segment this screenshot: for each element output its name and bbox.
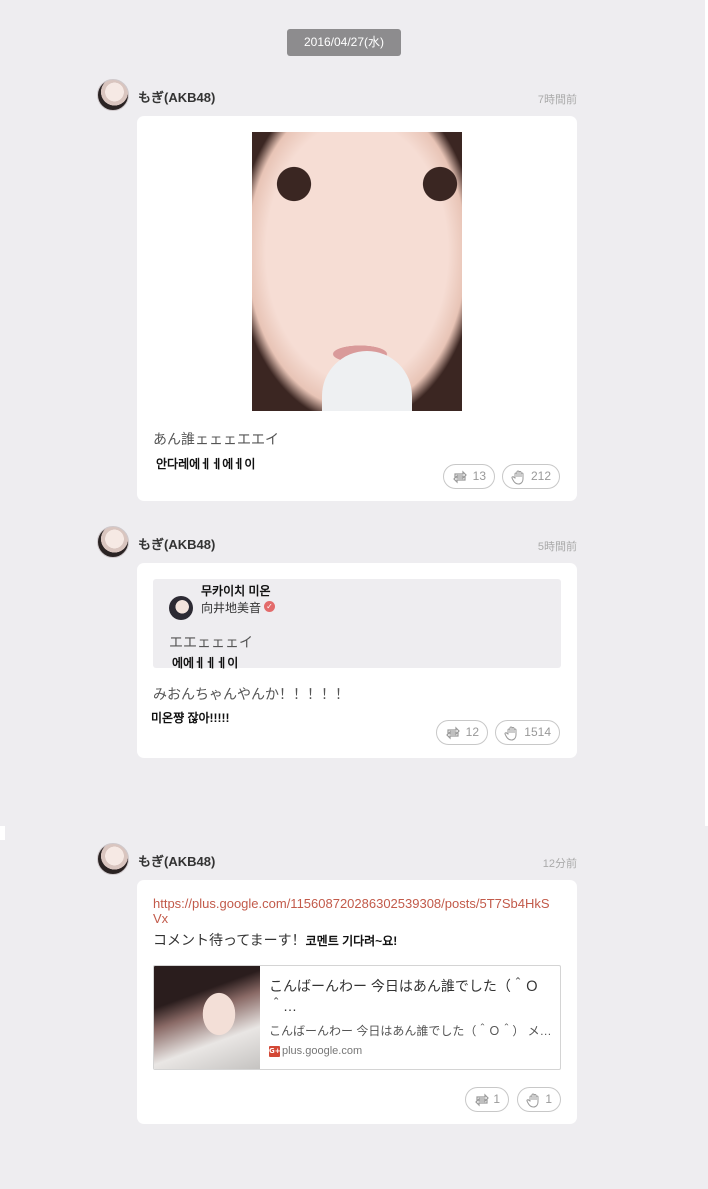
preview-image: [154, 966, 260, 1069]
quoted-name-ko: 무카이치 미온: [201, 584, 271, 598]
like-count: 1: [545, 1092, 552, 1106]
repost-count: 13: [472, 469, 486, 483]
quoted-text-jp: エエェェェイ: [169, 634, 253, 650]
author-name[interactable]: もぎ(AKB48): [138, 87, 215, 106]
avatar[interactable]: [97, 79, 129, 111]
hand-clap-icon: [526, 1093, 539, 1108]
repost-count: 12: [465, 725, 479, 739]
hand-clap-icon: [511, 470, 524, 485]
post-link[interactable]: https://plus.google.com/1156087202863025…: [153, 896, 557, 926]
post-text-jp: あん誰ェェェエエイ: [153, 431, 279, 447]
repost-button[interactable]: 12: [436, 720, 488, 745]
like-count: 1514: [524, 725, 551, 739]
avatar[interactable]: [97, 526, 129, 558]
like-button[interactable]: 212: [502, 464, 560, 489]
post-text-ko: 안다레에ㅔㅔ에ㅔ이: [156, 457, 256, 471]
quoted-text-ko: 에에ㅔㅔㅔ이: [172, 656, 239, 670]
author-name[interactable]: もぎ(AKB48): [138, 534, 215, 553]
hand-clap-icon: [504, 726, 517, 741]
repost-icon: [475, 1093, 489, 1107]
divider: [0, 826, 5, 840]
google-plus-icon: G+: [269, 1046, 281, 1057]
post-header: もぎ(AKB48) 7時間前: [97, 79, 577, 113]
repost-icon: [453, 470, 467, 484]
preview-domain: plus.google.com: [282, 1045, 363, 1057]
post-card: 무카이치 미온 向井地美音 ✓ エエェェェイ 에에ㅔㅔㅔ이 みおんちゃんやんか！…: [137, 563, 577, 758]
repost-count: 1: [493, 1092, 500, 1106]
post-text-ko: 코멘트 기다려~요!: [305, 934, 398, 948]
like-button[interactable]: 1514: [495, 720, 560, 745]
post-time: 7時間前: [537, 94, 577, 106]
post-time: 5時間前: [537, 541, 577, 553]
quoted-avatar[interactable]: [169, 596, 193, 620]
quoted-post[interactable]: 무카이치 미온 向井地美音 ✓ エエェェェイ 에에ㅔㅔㅔ이: [153, 579, 561, 670]
post-text-ko: 미온쨩 잖아!!!!!: [151, 711, 230, 725]
post-card: https://plus.google.com/1156087202863025…: [137, 880, 577, 1124]
date-badge: 2016/04/27(水): [287, 29, 401, 56]
post-photo[interactable]: [252, 132, 462, 411]
post-card: あん誰ェェェエエイ 안다레에ㅔㅔ에ㅔ이 13 212: [137, 116, 577, 501]
avatar[interactable]: [97, 843, 129, 875]
preview-description: こんばーんわー 今日はあん誰でした（＾Ｏ＾） メ…: [269, 1024, 552, 1038]
link-preview-card[interactable]: こんばーんわー 今日はあん誰でした（＾Ｏ＾… こんばーんわー 今日はあん誰でした…: [153, 965, 561, 1070]
post-header: もぎ(AKB48) 12分前: [97, 843, 577, 877]
post-text: コメント待ってまーす！코멘트 기다려~요!: [153, 930, 397, 950]
post-text-jp: コメント待ってまーす！: [153, 932, 306, 948]
post-time: 12分前: [542, 858, 577, 870]
post-text-jp: みおんちゃんやんか！！！！！: [153, 686, 349, 702]
verified-icon: ✓: [264, 601, 275, 612]
repost-button[interactable]: 13: [443, 464, 495, 489]
post-header: もぎ(AKB48) 5時間前: [97, 526, 577, 560]
like-button[interactable]: 1: [517, 1087, 561, 1112]
repost-icon: [446, 726, 460, 740]
like-count: 212: [530, 469, 551, 483]
preview-title: こんばーんわー 今日はあん誰でした（＾Ｏ＾…: [269, 978, 539, 1014]
quoted-name-jp: 向井地美音: [201, 601, 262, 615]
author-name[interactable]: もぎ(AKB48): [138, 851, 215, 870]
repost-button[interactable]: 1: [465, 1087, 509, 1112]
